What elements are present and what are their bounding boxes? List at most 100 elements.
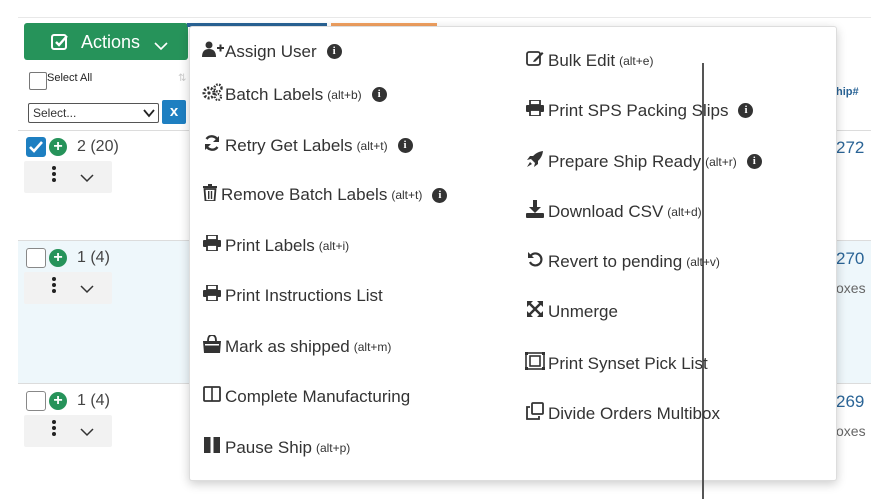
menu-item-unmerge[interactable]: Unmerge (525, 301, 618, 322)
boxes-label: oxes (836, 423, 866, 439)
menu-item-print-labels[interactable]: Print Labels (alt+i) (202, 234, 350, 256)
print-icon (525, 99, 545, 121)
actions-label: Actions (81, 32, 141, 52)
columns-icon (202, 386, 222, 407)
row-count: 2 (20) (77, 138, 119, 155)
menu-item-remove-batch-labels[interactable]: Remove Batch Labels (alt+t) i (202, 184, 448, 206)
chevron-down-icon (80, 170, 94, 188)
menu-item-shortcut: (alt+i) (318, 238, 350, 253)
filter-select-value: Select... (33, 106, 77, 120)
row-checkbox[interactable] (26, 391, 46, 411)
undo-icon (525, 251, 545, 272)
chevron-down-icon (80, 281, 94, 299)
menu-item-label: Batch Labels (225, 84, 324, 104)
select-all-checkbox[interactable] (29, 72, 47, 90)
select-all-label: Select All (47, 72, 93, 84)
row-count: 1 (4) (77, 392, 110, 409)
object-ungroup-icon (525, 352, 545, 375)
kebab-icon (52, 166, 56, 184)
row-checkbox[interactable] (26, 248, 46, 268)
user-plus-icon (202, 41, 224, 62)
download-icon (525, 200, 545, 223)
expand-arrows-icon (525, 301, 545, 322)
trash-icon (202, 184, 218, 206)
print-icon (202, 234, 222, 256)
menu-item-label: Print SPS Packing Slips (548, 100, 729, 120)
menu-item-label: Assign User (225, 41, 317, 61)
menu-item-label: Unmerge (548, 301, 618, 321)
menu-item-label: Pause Ship (225, 437, 312, 457)
boxes-label: oxes (836, 280, 866, 296)
menu-item-shortcut: (alt+t) (391, 188, 423, 202)
pause-icon (202, 436, 222, 459)
menu-column-divider (702, 63, 704, 499)
menu-item-divide-orders-multibox[interactable]: Divide Orders Multibox (525, 402, 720, 425)
top-divider (18, 17, 871, 18)
kebab-icon (52, 277, 56, 295)
menu-item-shortcut: (alt+d) (667, 204, 702, 219)
menu-item-retry-get-labels[interactable]: Retry Get Labels (alt+t) i (202, 134, 413, 157)
menu-item-shortcut: (alt+t) (356, 138, 388, 153)
menu-item-download-csv[interactable]: Download CSV (alt+d) (525, 200, 702, 223)
menu-item-assign-user[interactable]: Assign User i (202, 41, 342, 62)
ship-number-link[interactable]: 269 (836, 392, 864, 412)
ship-number-link[interactable]: 272 (836, 138, 864, 158)
menu-item-mark-as-shipped[interactable]: Mark as shipped (alt+m) (202, 334, 392, 358)
info-icon[interactable]: i (397, 138, 413, 153)
actions-button[interactable]: Actions (24, 23, 188, 60)
checkmark-icon (29, 141, 43, 153)
menu-item-prepare-ship-ready[interactable]: Prepare Ship Ready (alt+r) i (525, 150, 762, 173)
add-circle-icon[interactable]: + (49, 138, 67, 156)
chevron-down-icon (80, 424, 94, 442)
actions-dropdown-menu: Assign User i Batch Labels (alt+b) i Ret… (189, 26, 837, 499)
chevron-down-icon (154, 35, 168, 56)
menu-item-label: Print Synset Pick List (548, 353, 708, 373)
clear-filter-button[interactable]: x (162, 100, 186, 124)
menu-item-batch-labels[interactable]: Batch Labels (alt+b) i (202, 83, 387, 106)
menu-item-print-sps-packing-slips[interactable]: Print SPS Packing Slips i (525, 99, 754, 121)
print-icon (202, 284, 222, 306)
sort-icon[interactable]: ⇅ (178, 73, 186, 84)
shopping-bag-icon (202, 334, 222, 358)
menu-item-label: Remove Batch Labels (221, 185, 388, 204)
info-icon[interactable]: i (738, 103, 754, 118)
menu-item-complete-manufacturing[interactable]: Complete Manufacturing (202, 386, 410, 407)
menu-item-revert-to-pending[interactable]: Revert to pending (alt+v) (525, 251, 720, 272)
menu-item-shortcut: (alt+r) (705, 154, 737, 169)
menu-item-label: Complete Manufacturing (225, 386, 411, 406)
menu-item-label: Print Labels (225, 235, 315, 255)
menu-item-shortcut: (alt+m) (353, 339, 392, 354)
menu-item-print-instructions-list[interactable]: Print Instructions List (202, 284, 383, 306)
rocket-icon (525, 150, 545, 173)
info-icon[interactable]: i (371, 87, 387, 102)
menu-item-pause-ship[interactable]: Pause Ship (alt+p) (202, 436, 350, 459)
row-menu[interactable] (24, 161, 112, 193)
ship-column-header[interactable]: hip# (836, 86, 859, 98)
info-icon[interactable]: i (746, 154, 762, 169)
cogs-icon (202, 83, 223, 106)
filter-select[interactable]: Select... (28, 103, 159, 123)
menu-item-label: Download CSV (548, 201, 664, 221)
menu-item-label: Prepare Ship Ready (548, 151, 702, 171)
row-checkbox[interactable] (26, 137, 46, 157)
menu-item-label: Retry Get Labels (225, 135, 353, 155)
menu-item-print-synset-pick-list[interactable]: Print Synset Pick List (525, 352, 708, 375)
check-square-icon (50, 32, 70, 57)
edit-icon (525, 49, 545, 72)
menu-item-label: Bulk Edit (548, 50, 616, 70)
kebab-icon (52, 420, 56, 438)
menu-item-label: Print Instructions List (225, 285, 383, 305)
chevron-down-icon (143, 107, 155, 121)
add-circle-icon[interactable]: + (49, 392, 67, 410)
menu-item-shortcut: (alt+b) (327, 87, 362, 102)
row-menu[interactable] (24, 415, 112, 447)
info-icon[interactable]: i (432, 187, 448, 203)
row-count: 1 (4) (77, 249, 110, 266)
menu-item-shortcut: (alt+e) (619, 53, 654, 68)
menu-item-shortcut: (alt+v) (686, 254, 720, 269)
info-icon[interactable]: i (326, 44, 342, 59)
menu-item-bulk-edit[interactable]: Bulk Edit (alt+e) (525, 49, 653, 72)
ship-number-link[interactable]: 270 (836, 249, 864, 269)
row-menu[interactable] (24, 272, 112, 304)
add-circle-icon[interactable]: + (49, 249, 67, 267)
